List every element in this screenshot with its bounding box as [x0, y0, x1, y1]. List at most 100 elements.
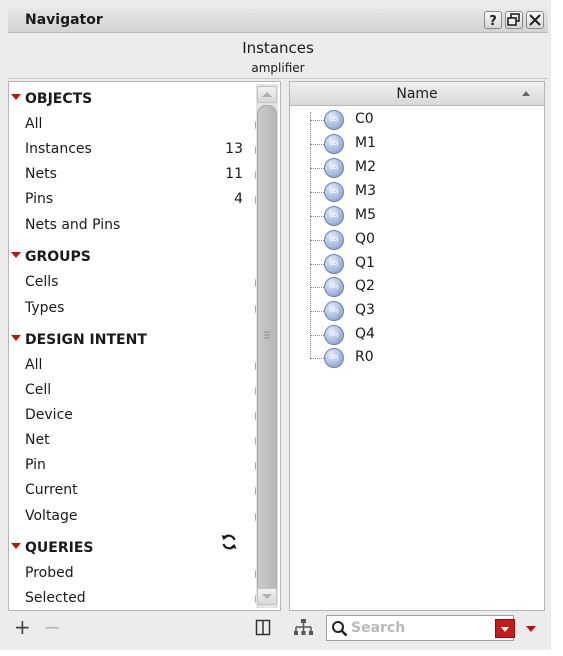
item-label: All	[25, 116, 43, 132]
design-intent-item-all[interactable]: All	[25, 355, 261, 377]
svg-text:?: ?	[489, 14, 497, 28]
item-label: Probed	[25, 565, 74, 581]
section-objects[interactable]: OBJECTS	[11, 91, 92, 107]
item-label: Selected	[25, 590, 86, 606]
help-icon: ?	[489, 14, 497, 28]
tree-item-m2[interactable]: obj M2	[310, 157, 430, 180]
object-icon: obj	[324, 348, 344, 368]
section-queries[interactable]: QUERIES	[11, 540, 93, 556]
help-button[interactable]: ?	[484, 11, 502, 29]
close-button[interactable]	[526, 11, 544, 29]
item-label: Net	[25, 432, 50, 448]
name-column-header[interactable]: Name	[290, 82, 544, 106]
design-intent-item-voltage[interactable]: Voltage	[25, 506, 261, 528]
tree-item-q3[interactable]: obj Q3	[310, 300, 430, 323]
collapse-triangle-icon[interactable]	[11, 252, 21, 258]
refresh-icon[interactable]	[219, 532, 239, 552]
instance-name: Q3	[355, 302, 375, 318]
item-count: 13	[225, 141, 243, 157]
tree-item-q0[interactable]: obj Q0	[310, 229, 430, 252]
left-toolbar: + −	[8, 613, 281, 643]
window-title: Navigator	[25, 12, 103, 28]
objects-item-nets-and-pins[interactable]: Nets and Pins	[25, 215, 253, 237]
section-title: DESIGN INTENT	[25, 332, 147, 348]
search-icon	[332, 621, 348, 637]
hierarchy-icon[interactable]	[293, 618, 315, 638]
item-label: Voltage	[25, 508, 78, 524]
scrollbar-thumb[interactable]	[257, 105, 277, 605]
tree-item-q4[interactable]: obj Q4	[310, 324, 430, 347]
item-label: All	[25, 357, 43, 373]
search-field[interactable]	[326, 615, 515, 641]
category-panel: OBJECTS All Instances 13 Nets 11 Pins 4 …	[8, 81, 281, 611]
search-options-dropdown[interactable]	[495, 619, 515, 638]
object-icon: obj	[324, 182, 344, 202]
item-label: Pin	[25, 457, 46, 473]
scroll-down-button[interactable]	[257, 588, 277, 605]
instance-name: Q1	[355, 255, 375, 271]
section-groups[interactable]: GROUPS	[11, 249, 91, 265]
groups-item-types[interactable]: Types	[25, 298, 261, 320]
search-input[interactable]	[351, 618, 491, 638]
tree-item-q1[interactable]: obj Q1	[310, 253, 430, 276]
instance-name: R0	[355, 349, 374, 365]
panel-toggle-icon[interactable]	[255, 619, 271, 636]
float-window-icon	[507, 13, 520, 26]
design-intent-item-current[interactable]: Current	[25, 480, 261, 502]
collapse-triangle-icon[interactable]	[11, 543, 21, 549]
groups-item-cells[interactable]: Cells	[25, 272, 261, 294]
grip-icon	[264, 331, 270, 339]
design-intent-item-net[interactable]: Net	[25, 430, 261, 452]
close-icon	[529, 14, 541, 26]
item-count: 4	[234, 191, 243, 207]
instance-name: M5	[355, 207, 376, 223]
tree-item-r0[interactable]: obj R0	[310, 347, 430, 370]
object-icon: obj	[324, 254, 344, 274]
tree-item-c0[interactable]: obj C0	[310, 109, 430, 132]
tree-item-q2[interactable]: obj Q2	[310, 276, 430, 299]
object-icon: obj	[324, 110, 344, 130]
design-intent-item-pin[interactable]: Pin	[25, 455, 261, 477]
item-label: Nets and Pins	[25, 217, 121, 233]
item-label: Pins	[25, 191, 54, 207]
section-design-intent[interactable]: DESIGN INTENT	[11, 332, 147, 348]
item-label: Nets	[25, 166, 57, 182]
queries-item-probed[interactable]: Probed	[25, 563, 261, 585]
tree-item-m3[interactable]: obj M3	[310, 181, 430, 204]
queries-item-selected[interactable]: Selected	[25, 588, 261, 610]
object-icon: obj	[324, 325, 344, 345]
item-count: 11	[225, 166, 243, 182]
float-button[interactable]	[505, 11, 523, 29]
instance-name: Q2	[355, 278, 375, 294]
menu-dropdown-icon[interactable]	[526, 626, 536, 632]
item-label: Cells	[25, 274, 59, 290]
view-title: Instances	[242, 39, 314, 57]
remove-button[interactable]: −	[44, 615, 61, 639]
item-label: Device	[25, 407, 73, 423]
sort-ascending-icon[interactable]	[522, 91, 530, 96]
item-label: Types	[25, 300, 65, 316]
objects-item-nets[interactable]: Nets 11	[25, 164, 261, 186]
section-title: OBJECTS	[25, 91, 93, 107]
design-name: amplifier	[251, 61, 305, 75]
tree-item-m1[interactable]: obj M1	[310, 133, 430, 156]
section-title: GROUPS	[25, 249, 91, 265]
objects-item-all[interactable]: All	[25, 114, 261, 136]
object-icon: obj	[324, 206, 344, 226]
instance-name: M3	[355, 183, 376, 199]
instance-name: Q0	[355, 231, 375, 247]
collapse-triangle-icon[interactable]	[11, 94, 21, 100]
right-toolbar	[289, 613, 547, 643]
title-bar[interactable]: Navigator ?	[8, 9, 548, 33]
objects-item-instances[interactable]: Instances 13	[25, 139, 261, 161]
collapse-triangle-icon[interactable]	[11, 335, 21, 341]
scroll-up-button[interactable]	[257, 86, 277, 103]
vertical-scrollbar[interactable]	[256, 84, 278, 608]
add-button[interactable]: +	[14, 615, 31, 639]
section-title: QUERIES	[25, 540, 94, 556]
design-intent-item-cell[interactable]: Cell	[25, 380, 261, 402]
item-label: Cell	[25, 382, 52, 398]
tree-item-m5[interactable]: obj M5	[310, 205, 430, 228]
objects-item-pins[interactable]: Pins 4	[25, 189, 261, 211]
design-intent-item-device[interactable]: Device	[25, 405, 261, 427]
